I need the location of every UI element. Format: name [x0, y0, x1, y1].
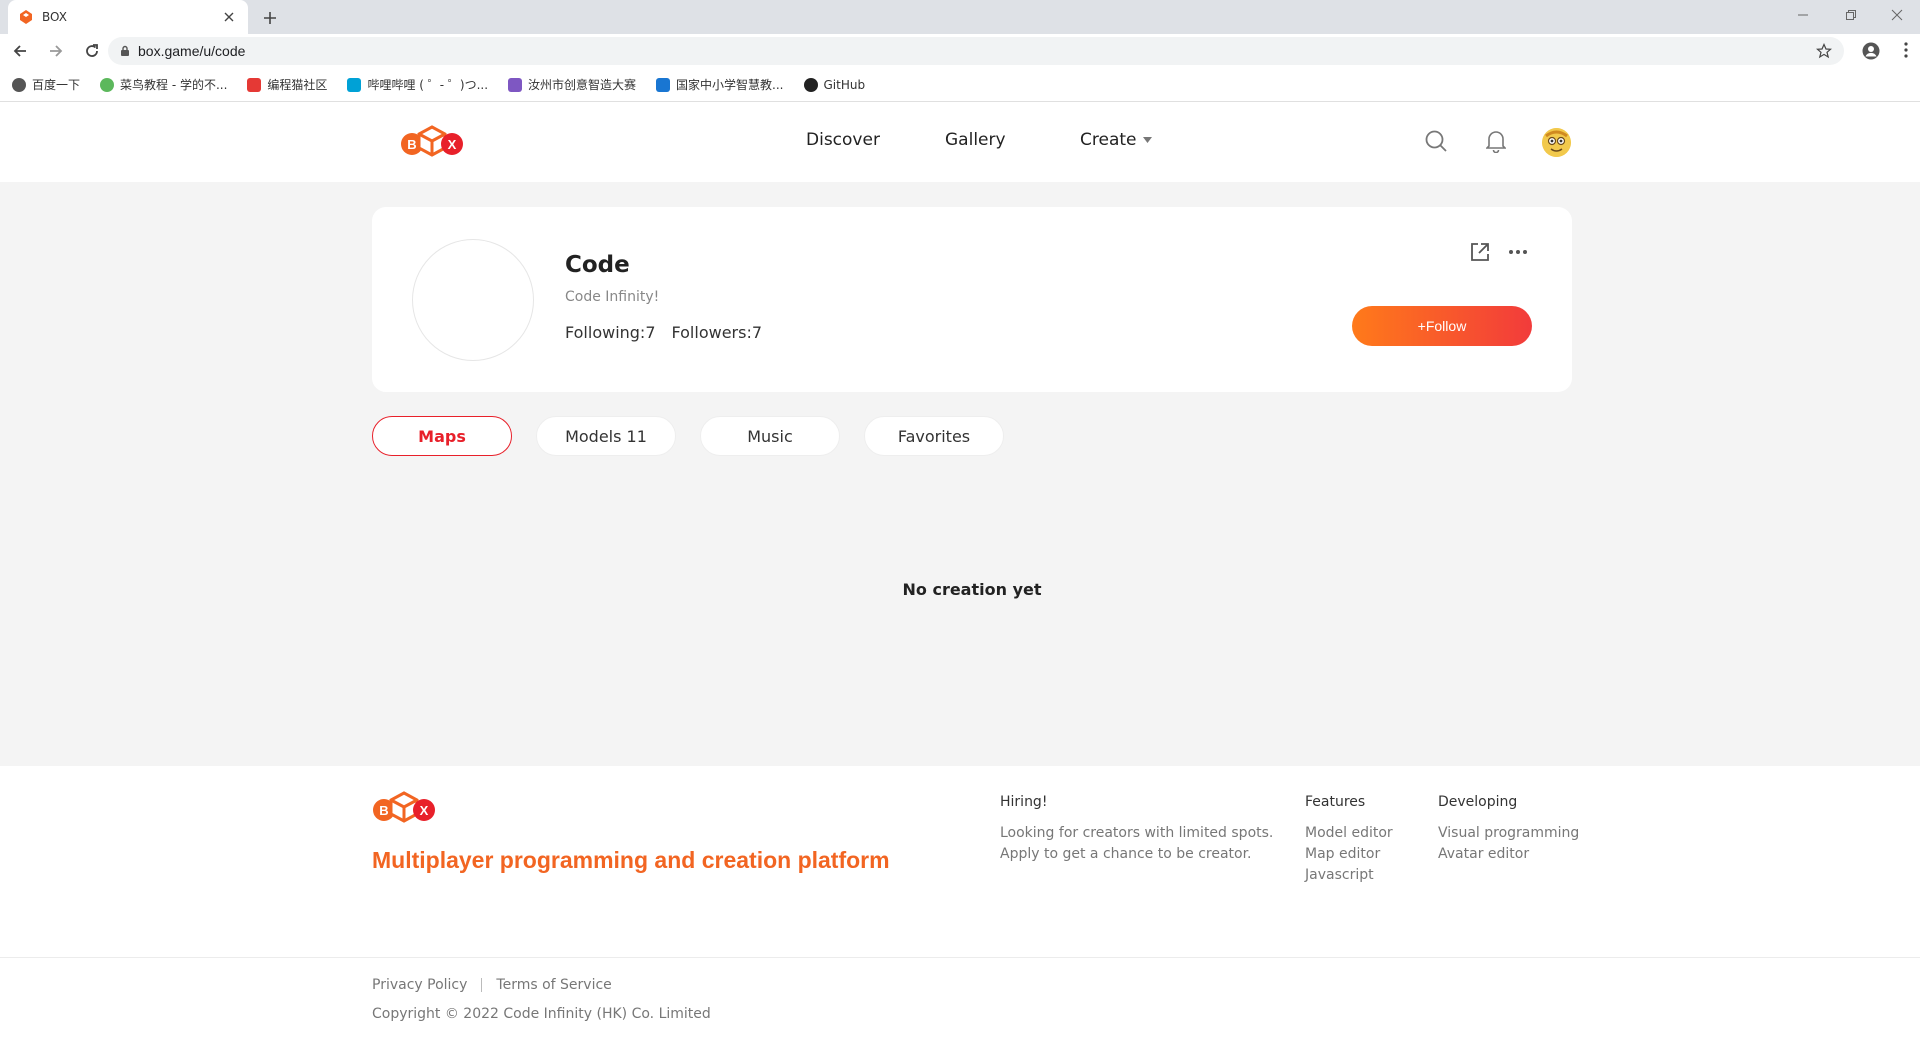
profile-name: Code — [565, 252, 630, 278]
back-arrow-icon[interactable] — [4, 35, 36, 67]
caret-down-icon — [1142, 137, 1152, 143]
profile-card: Code Code Infinity! Following:7 Follower… — [372, 207, 1572, 392]
restore-icon[interactable] — [1828, 0, 1874, 30]
svg-text:B: B — [407, 137, 416, 152]
nav-gallery[interactable]: Gallery — [945, 130, 1006, 150]
education-icon — [656, 77, 671, 92]
account-icon[interactable] — [1862, 42, 1880, 60]
bilibili-icon — [347, 77, 362, 92]
address-bar[interactable]: box.game/u/code — [108, 37, 1844, 65]
footer-features: Features Model editor Map editor Javascr… — [1305, 792, 1393, 886]
bookmarks-bar: 百度一下 菜鸟教程 - 学的不... 编程猫社区 哔哩哔哩 ( ゜- ゜)つ..… — [0, 68, 1920, 102]
github-icon — [803, 77, 818, 92]
nav-create[interactable]: Create — [1080, 130, 1152, 150]
browser-menu-icon[interactable] — [1904, 42, 1908, 58]
features-title: Features — [1305, 794, 1366, 810]
tab-maps[interactable]: Maps — [372, 416, 512, 456]
hiring-title: Hiring! — [1000, 794, 1048, 810]
copyright-text: Copyright © 2022 Code Infinity (HK) Co. … — [372, 1006, 711, 1022]
footer-link-avatar-editor[interactable]: Avatar editor — [1438, 844, 1579, 865]
footer-tagline: Multiplayer programming and creation pla… — [372, 847, 890, 873]
following-count[interactable]: Following:7 — [565, 323, 656, 342]
follow-button[interactable]: +Follow — [1352, 306, 1532, 346]
followers-count[interactable]: Followers:7 — [672, 323, 763, 342]
box-logo[interactable]: B X — [400, 124, 464, 158]
box-favicon-icon — [18, 9, 34, 25]
profile-stats: Following:7 Followers:7 — [565, 323, 762, 342]
profile-avatar — [412, 239, 534, 361]
footer-developing: Developing Visual programming Avatar edi… — [1438, 792, 1579, 865]
runoob-icon — [100, 77, 115, 92]
bookmark-item[interactable]: 百度一下 — [12, 76, 80, 93]
bookmark-item[interactable]: 菜鸟教程 - 学的不... — [100, 76, 227, 93]
codemao-icon — [247, 77, 262, 92]
contest-icon — [508, 77, 523, 92]
forward-arrow-icon[interactable] — [40, 35, 72, 67]
browser-toolbar: box.game/u/code — [0, 34, 1920, 68]
content-tabs: Maps Models 11 Music Favorites — [372, 416, 1004, 456]
footer-link-map-editor[interactable]: Map editor — [1305, 844, 1393, 865]
search-icon[interactable] — [1424, 129, 1448, 153]
notification-bell-icon[interactable] — [1486, 129, 1506, 153]
bookmark-star-icon[interactable] — [1816, 43, 1832, 59]
reload-icon[interactable] — [76, 35, 108, 67]
svg-text:X: X — [420, 803, 429, 818]
privacy-policy-link[interactable]: Privacy Policy — [372, 977, 467, 993]
browser-tab[interactable]: BOX — [8, 0, 248, 34]
tab-music[interactable]: Music — [700, 416, 840, 456]
lock-icon — [120, 45, 130, 57]
link-separator — [481, 978, 483, 992]
footer-link-javascript[interactable]: Javascript — [1305, 865, 1393, 886]
nav-discover[interactable]: Discover — [806, 130, 880, 150]
minimize-icon[interactable] — [1780, 0, 1826, 30]
empty-state-text: No creation yet — [902, 580, 1042, 599]
more-options-icon[interactable] — [1507, 241, 1529, 263]
footer-hiring: Hiring! Looking for creators with limite… — [1000, 794, 1274, 862]
tab-title: BOX — [42, 10, 67, 24]
terms-of-service-link[interactable]: Terms of Service — [496, 977, 611, 993]
footer-legal-links: Privacy Policy Terms of Service — [372, 977, 612, 993]
new-tab-button[interactable] — [258, 6, 282, 30]
tab-models[interactable]: Models 11 — [536, 416, 676, 456]
svg-text:B: B — [379, 803, 388, 818]
bookmark-item[interactable]: 编程猫社区 — [247, 76, 327, 93]
footer-divider — [0, 957, 1920, 958]
globe-icon — [12, 77, 26, 92]
footer-link-visual-programming[interactable]: Visual programming — [1438, 823, 1579, 844]
site-header: B X Discover Gallery Create — [0, 102, 1920, 182]
bookmark-item[interactable]: 国家中小学智慧教... — [656, 76, 784, 93]
browser-tab-strip: BOX — [0, 0, 1920, 34]
profile-bio: Code Infinity! — [565, 289, 660, 305]
share-icon[interactable] — [1469, 241, 1491, 263]
bookmark-item[interactable]: GitHub — [803, 77, 865, 92]
footer-box-logo: B X — [372, 790, 436, 824]
site-footer: B X Multiplayer programming and creation… — [0, 766, 1920, 1039]
window-close-icon[interactable] — [1874, 0, 1920, 30]
url-text: box.game/u/code — [138, 43, 246, 59]
tab-favorites[interactable]: Favorites — [864, 416, 1004, 456]
svg-text:X: X — [448, 137, 457, 152]
bookmark-item[interactable]: 汝州市创意智造大赛 — [508, 76, 636, 93]
bookmark-item[interactable]: 哔哩哔哩 ( ゜- ゜)つ... — [347, 76, 488, 93]
developing-title: Developing — [1438, 794, 1518, 810]
close-tab-icon[interactable] — [220, 8, 238, 26]
user-avatar[interactable] — [1542, 128, 1571, 157]
footer-link-model-editor[interactable]: Model editor — [1305, 823, 1393, 844]
